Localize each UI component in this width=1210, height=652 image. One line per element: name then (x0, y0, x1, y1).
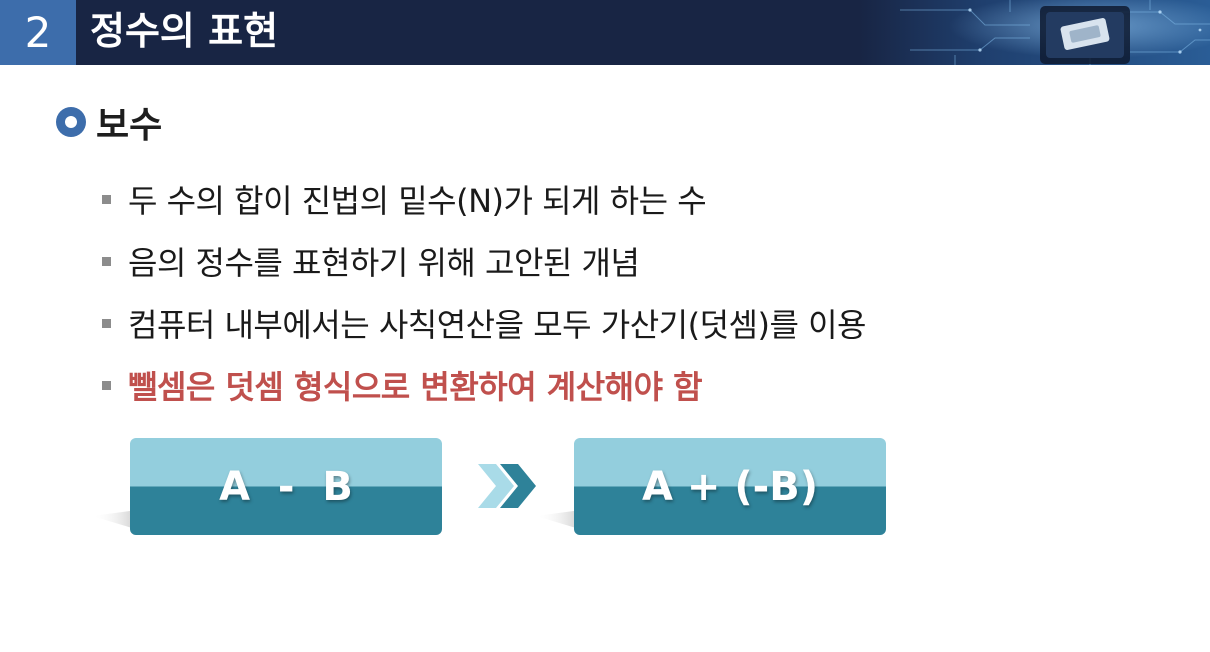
bullet-list: 두 수의 합이 진법의 밑수(N)가 되게 하는 수 음의 정수를 표현하기 위… (102, 168, 1102, 416)
bullet-item-emphasis: 뺄셈은 덧셈 형식으로 변환하여 계산해야 함 (102, 354, 1102, 416)
double-chevron-right-icon (478, 464, 536, 508)
ring-bullet-icon (56, 107, 86, 137)
formula-left-text: A - B (219, 463, 353, 510)
bullet-text: 컴퓨터 내부에서는 사칙연산을 모두 가산기(덧셈)를 이용 (128, 306, 866, 344)
formula-box-left: A - B (130, 438, 442, 535)
section-number: 2 (0, 0, 76, 65)
bullet-text: 음의 정수를 표현하기 위해 고안된 개념 (128, 244, 640, 282)
section-title: 보수 (96, 105, 163, 146)
circuit-chip-icon (860, 0, 1210, 65)
bullet-item: 두 수의 합이 진법의 밑수(N)가 되게 하는 수 (102, 168, 1102, 230)
page-title: 정수의 표현 (90, 9, 279, 53)
formula-right-text: A + (-B) (642, 463, 818, 510)
section-heading: 보수 (56, 98, 162, 146)
title-bar: 2 정수의 표현 (0, 0, 1210, 65)
square-bullet-icon (102, 380, 111, 390)
bullet-text: 두 수의 합이 진법의 밑수(N)가 되게 하는 수 (128, 182, 707, 220)
square-bullet-icon (102, 256, 111, 266)
bullet-item: 음의 정수를 표현하기 위해 고안된 개념 (102, 230, 1102, 292)
bullet-item: 컴퓨터 내부에서는 사칙연산을 모두 가산기(덧셈)를 이용 (102, 292, 1102, 354)
formula-box-right: A + (-B) (574, 438, 886, 535)
square-bullet-icon (102, 318, 111, 328)
square-bullet-icon (102, 194, 111, 204)
bullet-text-emphasis: 뺄셈은 덧셈 형식으로 변환하여 계산해야 함 (128, 368, 703, 406)
